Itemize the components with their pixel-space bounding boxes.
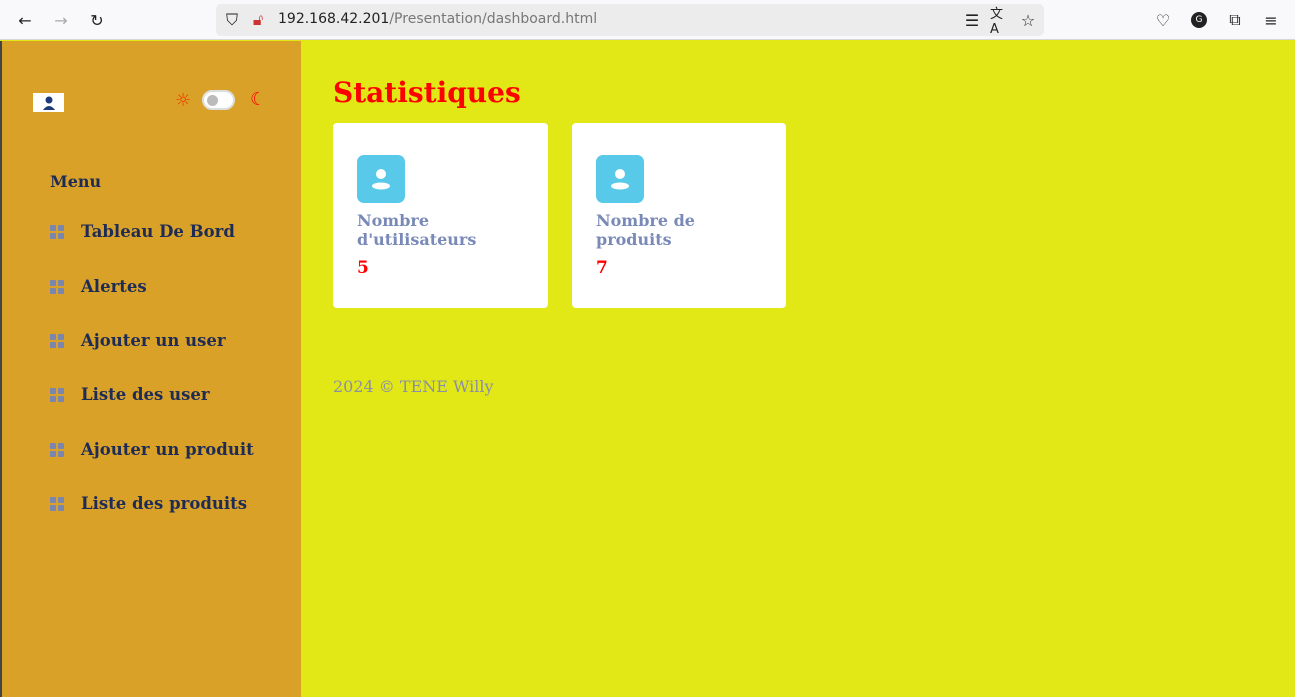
address-bar[interactable]: ⛉ 🔓︎ 192.168.42.201/Presentation/dashboa… — [216, 4, 1044, 37]
stat-value: 5 — [357, 258, 369, 278]
shield-icon[interactable]: ⛉ — [222, 10, 242, 30]
bookmark-star-icon[interactable]: ☆ — [1018, 10, 1038, 30]
browser-toolbar: ← → ↻ ⛉ 🔓︎ 192.168.42.201/Presentation/d… — [0, 0, 1295, 40]
stat-value: 7 — [596, 258, 608, 278]
url-text[interactable]: 192.168.42.201/Presentation/dashboard.ht… — [278, 11, 597, 27]
pocket-icon[interactable]: ♡ — [1153, 10, 1173, 30]
moon-icon: ☾ — [250, 89, 267, 110]
menu-icon[interactable]: ≡ — [1261, 10, 1281, 30]
extensions-icon[interactable]: ⧉ — [1225, 10, 1245, 30]
insecure-lock-icon[interactable]: 🔓︎ — [248, 10, 268, 30]
stat-card-products: Nombre de produits 7 — [572, 123, 786, 308]
sidebar-item-label: Ajouter un produit — [81, 440, 254, 459]
user-icon — [357, 155, 405, 203]
stat-card-users: Nombre d'utilisateurs 5 — [333, 123, 548, 308]
avatar — [33, 93, 64, 112]
grid-icon — [50, 442, 64, 457]
back-icon[interactable]: ← — [15, 10, 35, 30]
sidebar-item-liste-produits[interactable]: Liste des produits — [50, 494, 247, 513]
sidebar-item-ajouter-user[interactable]: Ajouter un user — [50, 331, 226, 350]
forward-icon[interactable]: → — [51, 10, 71, 30]
reload-icon[interactable]: ↻ — [87, 10, 107, 30]
grid-icon — [50, 224, 64, 239]
sidebar-item-ajouter-produit[interactable]: Ajouter un produit — [50, 440, 254, 459]
account-icon[interactable]: G — [1189, 10, 1209, 30]
sidebar-item-liste-user[interactable]: Liste des user — [50, 385, 210, 404]
grid-icon — [50, 333, 64, 348]
reader-view-icon[interactable]: ☰ — [962, 10, 982, 30]
user-icon — [596, 155, 644, 203]
translate-icon[interactable]: 文A — [990, 7, 1010, 37]
grid-icon — [50, 387, 64, 402]
sun-icon: ☼ — [175, 90, 192, 111]
footer-copyright: 2024 © TENE Willy — [333, 377, 494, 396]
sidebar-item-label: Tableau De Bord — [81, 222, 235, 241]
sidebar-item-label: Liste des user — [81, 385, 210, 404]
grid-icon — [50, 496, 64, 511]
grid-icon — [50, 279, 64, 294]
theme-toggle[interactable] — [202, 90, 235, 110]
url-path: /Presentation/dashboard.html — [389, 11, 598, 27]
sidebar-item-tableau-de-bord[interactable]: Tableau De Bord — [50, 222, 235, 241]
sidebar-item-label: Ajouter un user — [81, 331, 226, 350]
page-title: Statistiques — [333, 76, 521, 109]
url-host: 192.168.42.201 — [278, 11, 390, 27]
sidebar: ☼ ☾ Menu Tableau De Bord Alertes Ajouter… — [0, 41, 301, 697]
stat-label: Nombre de produits — [596, 211, 695, 249]
sidebar-item-label: Alertes — [81, 277, 147, 296]
stat-label: Nombre d'utilisateurs — [357, 211, 477, 249]
menu-title: Menu — [50, 172, 102, 191]
sidebar-item-label: Liste des produits — [81, 494, 248, 513]
sidebar-item-alertes[interactable]: Alertes — [50, 277, 147, 296]
